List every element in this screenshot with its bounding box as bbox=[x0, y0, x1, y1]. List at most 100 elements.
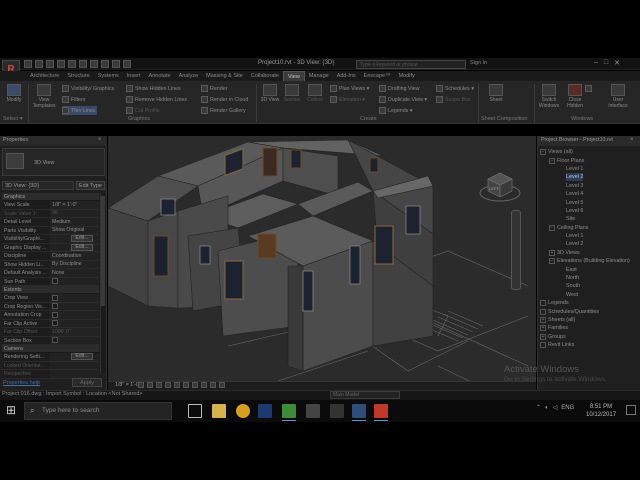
legends-button[interactable]: Legends ▾ bbox=[379, 106, 412, 115]
view-scale-field[interactable]: 1/8" = 1'-0" bbox=[50, 201, 99, 209]
collapse-icon[interactable]: − bbox=[549, 157, 555, 164]
expand-icon[interactable]: + bbox=[549, 249, 555, 256]
minimize-button[interactable]: – bbox=[594, 59, 598, 67]
expand-icon[interactable] bbox=[540, 342, 546, 349]
volume-icon[interactable]: ◁ bbox=[553, 404, 558, 411]
visual-style-icon[interactable] bbox=[147, 382, 153, 388]
collapse-icon[interactable]: − bbox=[549, 258, 555, 265]
visibility-graphics-button[interactable]: Visibility/ Graphics bbox=[62, 84, 114, 93]
tab-structure[interactable]: Structure bbox=[63, 71, 93, 81]
crop-view-icon[interactable] bbox=[183, 382, 189, 388]
task-view-icon[interactable] bbox=[188, 404, 202, 418]
cut-profile-button[interactable]: Cut Profile bbox=[126, 106, 160, 115]
group-extents[interactable]: Extents bbox=[2, 286, 99, 294]
crop-region-checkbox[interactable] bbox=[52, 303, 58, 310]
discipline-field[interactable]: Coordination bbox=[50, 252, 99, 260]
annotation-crop-checkbox[interactable] bbox=[52, 311, 58, 318]
scrollbar-thumb[interactable] bbox=[101, 196, 105, 306]
tab-massing-site[interactable]: Massing & Site bbox=[202, 71, 247, 81]
navigation-bar[interactable] bbox=[511, 210, 521, 290]
tree-node[interactable]: Level 5 bbox=[540, 198, 636, 206]
remove-hidden-lines-button[interactable]: Remove Hidden Lines bbox=[126, 95, 187, 104]
plan-views-button[interactable]: Plan Views ▾ bbox=[330, 84, 369, 93]
section-icon[interactable] bbox=[112, 60, 120, 68]
scope-box-button[interactable]: Scope Box bbox=[436, 95, 471, 104]
tree-node[interactable]: Legends bbox=[540, 299, 636, 307]
tree-node[interactable]: − Elevations (Building Elevation) bbox=[540, 257, 636, 265]
show-hidden-lines-field[interactable]: By Discipline bbox=[50, 260, 99, 268]
close-hidden-button[interactable]: Close Hidden bbox=[563, 84, 587, 112]
apply-button[interactable]: Apply bbox=[72, 378, 102, 387]
close-hidden-icon[interactable] bbox=[123, 60, 131, 68]
taskbar-clock[interactable]: 8:51 PM 10/12/2017 bbox=[586, 403, 616, 419]
tree-node[interactable]: − Ceiling Plans bbox=[540, 224, 636, 232]
tab-manage[interactable]: Manage bbox=[305, 71, 333, 81]
open-icon[interactable] bbox=[24, 60, 32, 68]
tab-architecture[interactable]: Architecture bbox=[26, 71, 63, 81]
crop-region-icon[interactable] bbox=[192, 382, 198, 388]
file-explorer-icon[interactable] bbox=[212, 404, 226, 418]
temporary-hide-icon[interactable] bbox=[210, 382, 216, 388]
vg-edit-button[interactable]: Edit... bbox=[71, 235, 93, 243]
elevation-button[interactable]: Elevation ▾ bbox=[330, 95, 365, 104]
app-icon[interactable] bbox=[330, 404, 344, 418]
view-templates-button[interactable]: View Templates bbox=[32, 84, 56, 112]
rendering-icon[interactable] bbox=[174, 382, 180, 388]
replicate-button[interactable] bbox=[585, 84, 592, 93]
properties-close-button[interactable]: × bbox=[98, 137, 102, 143]
switch-windows-button[interactable]: Switch Windows bbox=[537, 84, 561, 112]
tree-node[interactable]: Level 1 bbox=[540, 165, 636, 173]
duplicate-view-button[interactable]: Duplicate View ▾ bbox=[379, 95, 427, 104]
graphic-display-edit-button[interactable]: Edit... bbox=[71, 243, 93, 251]
tree-node[interactable]: + Sheets (all) bbox=[540, 316, 636, 324]
section-button[interactable]: Section bbox=[280, 84, 304, 112]
callout-button[interactable]: Callout bbox=[303, 84, 327, 112]
sheet-button[interactable]: Sheet bbox=[484, 84, 508, 112]
user-app-icon[interactable] bbox=[352, 404, 366, 421]
expand-icon[interactable]: + bbox=[540, 317, 546, 323]
rendering-settings-edit-button[interactable]: Edit... bbox=[71, 353, 93, 361]
tree-node[interactable]: Level 2 bbox=[540, 240, 636, 248]
tab-modify[interactable]: Modify bbox=[395, 71, 419, 81]
tab-systems[interactable]: Systems bbox=[94, 71, 123, 81]
expand-icon[interactable]: + bbox=[540, 325, 546, 332]
sun-path-checkbox[interactable] bbox=[52, 278, 58, 285]
schedules-button[interactable]: Schedules ▾ bbox=[436, 84, 474, 93]
tab-enscape[interactable]: Enscape™ bbox=[360, 71, 395, 81]
crop-view-checkbox[interactable] bbox=[52, 294, 58, 301]
properties-help-link[interactable]: Properties help bbox=[3, 380, 40, 386]
render-button[interactable]: Render bbox=[201, 84, 227, 93]
lock-view-icon[interactable] bbox=[201, 382, 207, 388]
prop-row[interactable]: View Scale 1/8" = 1'-0" bbox=[2, 201, 99, 210]
tree-node[interactable]: Level 3 bbox=[540, 182, 636, 190]
show-hidden-lines-button[interactable]: Show Hidden Lines bbox=[126, 84, 181, 93]
prop-row[interactable]: Show Hidden Li... By Discipline bbox=[2, 260, 99, 269]
render-gallery-button[interactable]: Render Gallery bbox=[201, 106, 246, 115]
collapse-icon[interactable]: − bbox=[549, 224, 555, 231]
tree-node[interactable]: Level 2 bbox=[540, 173, 636, 182]
text-icon[interactable] bbox=[90, 60, 98, 68]
prop-row[interactable]: Detail Level Medium bbox=[2, 218, 99, 227]
revit-icon[interactable] bbox=[374, 404, 388, 421]
drafting-view-button[interactable]: Drafting View bbox=[379, 84, 419, 93]
tree-node[interactable]: Revit Links bbox=[540, 341, 636, 349]
viewcube[interactable]: LEFT bbox=[478, 165, 522, 205]
user-interface-button[interactable]: User Interface bbox=[606, 84, 630, 112]
tab-insert[interactable]: Insert bbox=[123, 71, 145, 81]
prop-row[interactable]: Parts Visibility Show Original bbox=[2, 226, 99, 235]
save-icon[interactable] bbox=[35, 60, 43, 68]
edit-type-button[interactable]: Edit Type bbox=[76, 181, 105, 190]
network-icon[interactable]: ◐ bbox=[545, 405, 549, 411]
prop-row[interactable]: Default Analysis ... None bbox=[2, 269, 99, 278]
modify-button[interactable]: Modify bbox=[2, 84, 26, 112]
redo-icon[interactable] bbox=[57, 60, 65, 68]
close-button[interactable]: ✕ bbox=[614, 59, 620, 67]
tree-node[interactable]: West bbox=[540, 291, 636, 299]
tab-annotate[interactable]: Annotate bbox=[145, 71, 175, 81]
tab-view[interactable]: View bbox=[282, 71, 305, 81]
thin-lines-button[interactable]: Thin Lines bbox=[62, 106, 98, 115]
tab-add-ins[interactable]: Add-Ins bbox=[333, 71, 360, 81]
sun-path-icon[interactable] bbox=[156, 382, 162, 388]
browser-close-button[interactable]: × bbox=[630, 137, 634, 143]
tree-node[interactable]: North bbox=[540, 274, 636, 282]
